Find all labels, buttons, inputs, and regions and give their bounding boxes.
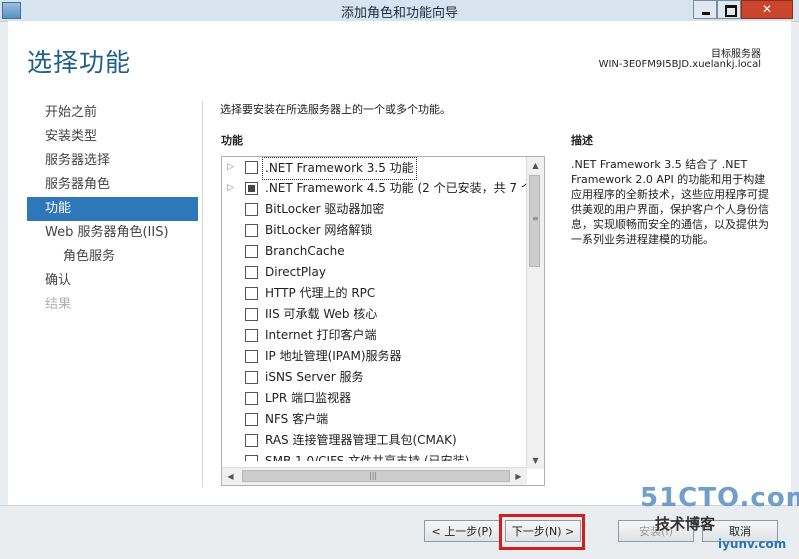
nav-item[interactable]: 功能 xyxy=(27,197,198,221)
grip-icon: ||| xyxy=(369,471,378,480)
next-button-highlight xyxy=(499,514,585,550)
feature-row[interactable]: DirectPlay xyxy=(222,262,527,283)
feature-checkbox[interactable] xyxy=(245,371,258,384)
nav-item[interactable]: 确认 xyxy=(27,269,198,293)
feature-label: BitLocker 驱动器加密 xyxy=(265,202,385,216)
feature-row[interactable]: LPR 端口监视器 xyxy=(222,388,527,409)
feature-row[interactable]: RAS 连接管理器管理工具包(CMAK) xyxy=(222,430,527,451)
watermark-line2: 技术博客 xyxy=(655,515,716,533)
nav-item[interactable]: Web 服务器角色(IIS) xyxy=(27,221,198,245)
previous-button[interactable]: < 上一步(P) xyxy=(424,520,500,542)
feature-label: IIS 可承载 Web 核心 xyxy=(265,307,378,321)
feature-checkbox[interactable] xyxy=(245,308,258,321)
feature-label: BitLocker 网络解锁 xyxy=(265,223,373,237)
feature-row[interactable]: IIS 可承载 Web 核心 xyxy=(222,304,527,325)
watermark-brand: 51CTO.com xyxy=(640,483,799,513)
nav-item[interactable]: 服务器选择 xyxy=(27,149,198,173)
scroll-left-icon[interactable]: ◀ xyxy=(222,468,239,485)
feature-row[interactable]: NFS 客户端 xyxy=(222,409,527,430)
nav-item[interactable]: 开始之前 xyxy=(27,101,198,125)
feature-checkbox[interactable] xyxy=(245,245,258,258)
feature-checkbox[interactable] xyxy=(245,350,258,363)
feature-row[interactable]: Internet 打印客户端 xyxy=(222,325,527,346)
page-title: 选择功能 xyxy=(27,48,132,77)
nav-item: 结果 xyxy=(45,297,72,312)
feature-label: .NET Framework 4.5 功能 (2 个已安装，共 7 个) xyxy=(265,181,527,195)
nav-item[interactable]: 角色服务 xyxy=(27,245,198,269)
feature-label: RAS 连接管理器管理工具包(CMAK) xyxy=(265,433,457,447)
scroll-right-icon[interactable]: ▶ xyxy=(510,468,527,485)
wizard-content: 选择功能 目标服务器 WIN-3E0FM9I5BJD.xuelankj.loca… xyxy=(8,21,791,505)
feature-row[interactable]: iSNS Server 服务 xyxy=(222,367,527,388)
grip-icon: ≡ xyxy=(532,214,539,223)
feature-tree[interactable]: ▷ .NET Framework 3.5 功能 ▷ .NET Framework 4.… xyxy=(221,156,545,486)
nav-item[interactable]: 服务器角色 xyxy=(27,173,198,197)
nav-divider xyxy=(202,101,203,487)
feature-label: IP 地址管理(IPAM)服务器 xyxy=(265,349,402,363)
feature-label: SMB 1.0/CIFS 文件共享支持 (已安装) xyxy=(265,454,470,461)
feature-checkbox[interactable] xyxy=(245,434,258,447)
feature-checkbox[interactable] xyxy=(245,455,258,461)
instruction-text: 选择要安装在所选服务器上的一个或多个功能。 xyxy=(220,103,451,116)
wizard-nav: 开始之前 安装类型 服务器选择 服务器角色 功能 Web 服务器角色(IIS) 角色服务 确认… xyxy=(27,101,198,317)
feature-checkbox[interactable] xyxy=(245,266,258,279)
feature-checkbox[interactable] xyxy=(245,224,258,237)
minimize-button[interactable] xyxy=(693,0,717,19)
feature-row[interactable]: HTTP 代理上的 RPC xyxy=(222,283,527,304)
watermark-line3: iyunv.com xyxy=(718,537,787,551)
feature-row[interactable]: ▷ .NET Framework 4.5 功能 (2 个已安装，共 7 个) xyxy=(222,178,527,199)
vertical-scrollbar[interactable]: ▲ ≡ ▼ xyxy=(526,157,544,469)
horizontal-scrollbar[interactable]: ◀ ||| ▶ xyxy=(222,467,527,485)
feature-checkbox[interactable] xyxy=(245,392,258,405)
window-title: 添加角色和功能向导 xyxy=(340,6,458,21)
feature-label: Internet 打印客户端 xyxy=(265,328,377,342)
horizontal-scroll-thumb[interactable]: ||| xyxy=(242,470,510,482)
description-heading: 描述 xyxy=(571,134,593,147)
feature-label: BranchCache xyxy=(265,244,345,258)
destination-server-name: WIN-3E0FM9I5BJD.xuelankj.local xyxy=(598,59,761,70)
vertical-scroll-thumb[interactable]: ≡ xyxy=(529,175,540,267)
close-button[interactable] xyxy=(741,0,793,19)
feature-row[interactable]: SMB 1.0/CIFS 文件共享支持 (已安装) xyxy=(222,451,527,461)
feature-label: LPR 端口监视器 xyxy=(265,391,352,405)
feature-checkbox[interactable] xyxy=(245,413,258,426)
features-heading: 功能 xyxy=(221,134,243,147)
destination-server-label: 目标服务器 xyxy=(711,49,761,60)
expand-arrow-icon[interactable]: ▷ xyxy=(227,157,235,178)
feature-row[interactable]: BitLocker 驱动器加密 xyxy=(222,199,527,220)
nav-item[interactable]: 安装类型 xyxy=(27,125,198,149)
feature-row[interactable]: IP 地址管理(IPAM)服务器 xyxy=(222,346,527,367)
title-bar: 添加角色和功能向导 xyxy=(0,0,799,22)
feature-list: ▷ .NET Framework 3.5 功能 ▷ .NET Framework 4.… xyxy=(222,157,527,467)
scroll-up-icon[interactable]: ▲ xyxy=(527,157,544,174)
description-text: .NET Framework 3.5 结合了 .NET Framework 2.… xyxy=(571,158,769,246)
feature-label: DirectPlay xyxy=(265,265,326,279)
feature-checkbox[interactable] xyxy=(245,161,258,174)
feature-label: .NET Framework 3.5 功能 xyxy=(262,157,417,180)
maximize-button[interactable] xyxy=(717,0,741,19)
feature-row[interactable]: BranchCache xyxy=(222,241,527,262)
scroll-down-icon[interactable]: ▼ xyxy=(527,452,544,469)
feature-checkbox[interactable] xyxy=(245,203,258,216)
feature-label: HTTP 代理上的 RPC xyxy=(265,286,376,300)
feature-checkbox[interactable] xyxy=(245,182,258,195)
expand-arrow-icon[interactable]: ▷ xyxy=(227,178,235,199)
feature-row[interactable]: BitLocker 网络解锁 xyxy=(222,220,527,241)
feature-label: iSNS Server 服务 xyxy=(265,370,364,384)
feature-label: NFS 客户端 xyxy=(265,412,329,426)
feature-checkbox[interactable] xyxy=(245,329,258,342)
feature-checkbox[interactable] xyxy=(245,287,258,300)
feature-row[interactable]: ▷ .NET Framework 3.5 功能 xyxy=(222,157,527,180)
